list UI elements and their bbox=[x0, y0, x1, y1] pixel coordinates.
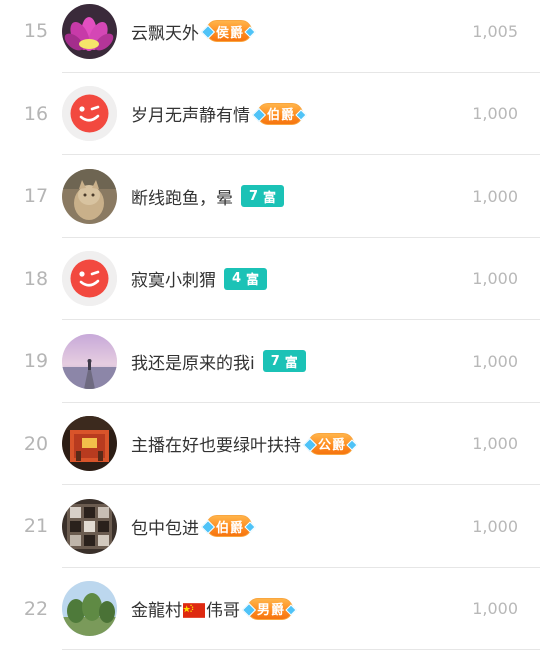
noble-title-badge: 侯爵 bbox=[206, 20, 252, 42]
user-info: 寂寞小刺猬 4富 bbox=[131, 238, 267, 321]
rank-number: 18 bbox=[14, 238, 58, 321]
ranking-row[interactable]: 19 我还是原来的我i 7富 1,000 bbox=[0, 320, 540, 403]
user-info: 云飘天外 侯爵 bbox=[131, 0, 252, 73]
contribution-value: 1,000 bbox=[472, 238, 518, 321]
username[interactable]: 寂寞小刺猬 bbox=[131, 266, 216, 291]
noble-title-badge: 伯爵 bbox=[257, 103, 303, 125]
ranking-row[interactable]: 17 断线跑鱼，晕 7富 1,000 bbox=[0, 155, 540, 238]
avatar[interactable] bbox=[62, 581, 117, 636]
noble-title-badge: 伯爵 bbox=[206, 515, 252, 537]
wealth-level-badge: 7富 bbox=[263, 350, 306, 372]
username[interactable]: 断线跑鱼，晕 bbox=[131, 184, 233, 209]
wealth-level-label: 富 bbox=[285, 352, 298, 371]
avatar[interactable] bbox=[62, 169, 117, 224]
contribution-value: 1,000 bbox=[472, 155, 518, 238]
user-info: 主播在好也要绿叶扶持 公爵 bbox=[131, 403, 354, 486]
rank-number: 16 bbox=[14, 73, 58, 156]
username-suffix: 伟哥 bbox=[206, 601, 240, 621]
wealth-level-label: 富 bbox=[246, 269, 259, 288]
user-info: 岁月无声静有情 伯爵 bbox=[131, 73, 303, 156]
wealth-level-badge: 4富 bbox=[224, 268, 267, 290]
username[interactable]: 金龍村 伟哥 bbox=[131, 596, 240, 621]
avatar[interactable] bbox=[62, 4, 117, 59]
noble-title-badge: 男爵 bbox=[247, 598, 293, 620]
username[interactable]: 云飘天外 bbox=[131, 19, 199, 44]
avatar[interactable] bbox=[62, 499, 117, 554]
rank-number: 17 bbox=[14, 155, 58, 238]
contribution-value: 1,000 bbox=[472, 403, 518, 486]
rank-number: 19 bbox=[14, 320, 58, 403]
rank-number: 20 bbox=[14, 403, 58, 486]
username[interactable]: 我还是原来的我i bbox=[131, 349, 255, 374]
ranking-row[interactable]: 21 包中包进 伯爵 1,000 bbox=[0, 485, 540, 568]
rank-number: 22 bbox=[14, 568, 58, 650]
avatar[interactable] bbox=[62, 416, 117, 471]
contribution-value: 1,005 bbox=[472, 0, 518, 73]
rank-number: 21 bbox=[14, 485, 58, 568]
username-prefix: 金龍村 bbox=[131, 601, 182, 621]
wealth-level-number: 7 bbox=[249, 189, 258, 204]
ranking-list: 15 云飘天外 侯爵 1,005 16 bbox=[0, 0, 540, 650]
username[interactable]: 包中包进 bbox=[131, 514, 199, 539]
avatar[interactable] bbox=[62, 251, 117, 306]
contribution-value: 1,000 bbox=[472, 320, 518, 403]
noble-title-badge: 公爵 bbox=[308, 433, 354, 455]
wealth-level-number: 7 bbox=[271, 354, 280, 369]
user-info: 断线跑鱼，晕 7富 bbox=[131, 155, 284, 238]
china-flag-icon bbox=[183, 603, 205, 618]
ranking-row[interactable]: 18 寂寞小刺猬 4富 1,000 bbox=[0, 238, 540, 321]
avatar[interactable] bbox=[62, 334, 117, 389]
ranking-row[interactable]: 16 岁月无声静有情 伯爵 1,000 bbox=[0, 73, 540, 156]
user-info: 我还是原来的我i 7富 bbox=[131, 320, 306, 403]
contribution-value: 1,000 bbox=[472, 485, 518, 568]
contribution-value: 1,000 bbox=[472, 568, 518, 650]
ranking-row[interactable]: 20 主播在好也要绿叶扶持 公爵 1,000 bbox=[0, 403, 540, 486]
user-info: 包中包进 伯爵 bbox=[131, 485, 252, 568]
rank-number: 15 bbox=[14, 0, 58, 73]
ranking-row[interactable]: 22 金龍村 伟哥 男爵 1,000 bbox=[0, 568, 540, 650]
wealth-level-number: 4 bbox=[232, 271, 241, 286]
username[interactable]: 岁月无声静有情 bbox=[131, 101, 250, 126]
wealth-level-badge: 7富 bbox=[241, 185, 284, 207]
ranking-row[interactable]: 15 云飘天外 侯爵 1,005 bbox=[0, 0, 540, 73]
wealth-level-label: 富 bbox=[263, 187, 276, 206]
avatar[interactable] bbox=[62, 86, 117, 141]
user-info: 金龍村 伟哥 男爵 bbox=[131, 568, 293, 650]
contribution-value: 1,000 bbox=[472, 73, 518, 156]
username[interactable]: 主播在好也要绿叶扶持 bbox=[131, 431, 301, 456]
